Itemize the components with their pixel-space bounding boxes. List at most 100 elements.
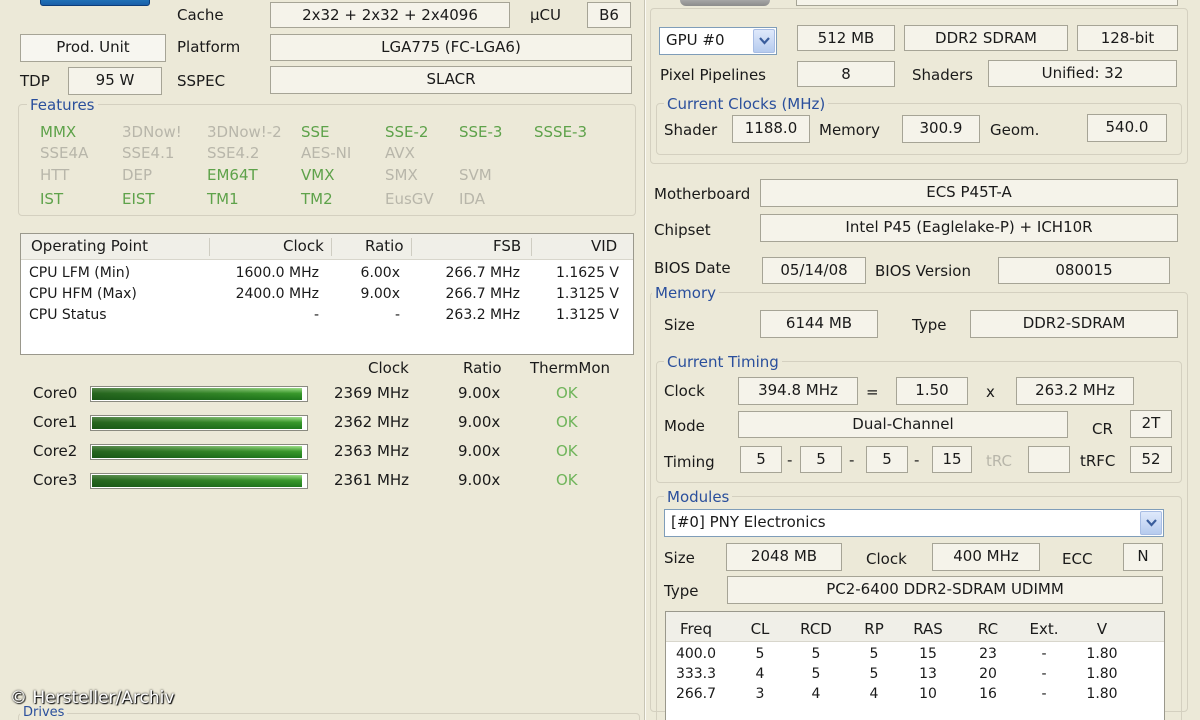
timing-fsb-field: 263.2 MHz [1016, 377, 1134, 405]
table-row[interactable]: CPU Status - - 263.2 MHz 1.3125 V [21, 307, 633, 327]
table-cell: 4 [811, 686, 821, 702]
timing-clock-label: Clock [664, 382, 705, 400]
prod-unit-button[interactable]: Prod. Unit [20, 34, 166, 62]
module-selector[interactable]: [#0] PNY Electronics [664, 509, 1164, 537]
table-cell: 2400.0 MHz [235, 286, 319, 302]
chevron-down-icon [1146, 519, 1157, 527]
core-load-bar [90, 415, 308, 431]
feature-flag: SSE4.1 [122, 144, 175, 162]
spd-col-header[interactable]: Ext. [1014, 620, 1074, 638]
table-cell: 1.80 [1086, 646, 1118, 662]
core-load-bar [90, 473, 308, 489]
spd-col-header[interactable]: RCD [786, 620, 846, 638]
bios-version-label: BIOS Version [875, 262, 971, 280]
bios-date-field: 05/14/08 [762, 257, 866, 284]
feature-flag: 3DNow!-2 [207, 123, 282, 141]
timing-dash-3: - [914, 451, 920, 469]
spd-col-header[interactable]: V [1072, 620, 1132, 638]
core-clock: 2369 MHz [334, 384, 410, 402]
core-ratio-header: Ratio [463, 359, 502, 377]
table-cell: 333.3 [675, 666, 717, 682]
ecc-label: ECC [1062, 550, 1093, 568]
table-row[interactable]: 333.3 4 5 5 13 20 - 1.80 [666, 666, 1164, 686]
col-fsb[interactable]: FSB [493, 237, 521, 255]
timing-rcd-field: 5 [800, 446, 842, 473]
table-cell: 1.1625 V [555, 265, 619, 281]
col-operating-point[interactable]: Operating Point [31, 237, 148, 255]
col-ratio[interactable]: Ratio [365, 237, 404, 255]
table-cell: 1.80 [1086, 686, 1118, 702]
ucu-field: B6 [587, 2, 631, 28]
timing-clock-field: 394.8 MHz [738, 377, 858, 405]
core-clock-header: Clock [368, 359, 409, 377]
core-name: Core3 [33, 471, 78, 489]
gpu-selector-dropdown[interactable] [753, 29, 775, 53]
timing-dash-2: - [849, 451, 855, 469]
spd-table[interactable]: Freq CL RCD RP RAS RC Ext. V 400.0 5 5 5 15 23-1.80 3… [665, 611, 1165, 720]
timing-ras-field: 15 [932, 446, 972, 473]
table-cell: - [1041, 646, 1047, 662]
table-row[interactable]: 266.7 3 4 4 10 16 - 1.80 [666, 686, 1164, 706]
geom-clock-label: Geom. [990, 121, 1040, 139]
chipset-label: Chipset [654, 221, 711, 239]
feature-flag: AES-NI [301, 144, 352, 162]
spd-col-header[interactable]: RP [844, 620, 904, 638]
spd-col-header[interactable]: CL [730, 620, 790, 638]
feature-flag: SSE4A [40, 144, 89, 162]
table-cell: - [1041, 686, 1047, 702]
module-selector-value: [#0] PNY Electronics [671, 513, 826, 531]
table-cell: 6.00x [360, 265, 400, 281]
feature-flag: VMX [301, 166, 335, 184]
current-timing-title: Current Timing [664, 353, 782, 371]
tdp-field: 95 W [68, 67, 162, 95]
table-cell: 266.7 MHz [445, 265, 520, 281]
table-cell: 13 [919, 666, 937, 682]
table-cell: 5 [869, 666, 879, 682]
tdp-label: TDP [20, 72, 50, 90]
memory-type-field: DDR2-SDRAM [970, 310, 1178, 338]
table-cell: 1.80 [1086, 666, 1118, 682]
gpu-selector-value: GPU #0 [666, 31, 725, 49]
table-cell: 263.2 MHz [445, 307, 520, 323]
timing-times: x [986, 383, 995, 401]
table-cell: - [1041, 666, 1047, 682]
ecc-field: N [1123, 543, 1163, 571]
feature-flag: TM1 [207, 190, 239, 208]
bios-version-field: 080015 [998, 257, 1170, 284]
table-row[interactable]: CPU HFM (Max) 2400.0 MHz 9.00x 266.7 MHz 1.3… [21, 286, 633, 306]
trc-label: tRC [986, 452, 1013, 470]
spd-col-header[interactable]: RC [958, 620, 1018, 638]
column-divider [644, 0, 646, 720]
gpu-logo [680, 0, 770, 6]
gpu-memory-field: 512 MB [797, 25, 895, 51]
module-selector-dropdown[interactable] [1140, 511, 1162, 535]
core-thermmon-status: OK [556, 413, 578, 431]
feature-flag: AVX [385, 144, 415, 162]
timing-cl-field: 5 [740, 446, 782, 473]
operating-point-table[interactable]: Operating Point Clock Ratio FSB VID CPU … [20, 233, 634, 355]
shader-clock-label: Shader [664, 121, 718, 139]
memory-size-label: Size [664, 316, 695, 334]
col-vid[interactable]: VID [591, 237, 617, 255]
col-clock[interactable]: Clock [283, 237, 324, 255]
cr-field: 2T [1130, 410, 1172, 438]
table-cell: 4 [755, 666, 765, 682]
table-row[interactable]: CPU LFM (Min) 1600.0 MHz 6.00x 266.7 MHz 1.1… [21, 265, 633, 285]
core-name: Core0 [33, 384, 78, 402]
core-thermmon-header: ThermMon [530, 359, 611, 377]
feature-flag: EusGV [385, 190, 434, 208]
table-row[interactable]: 400.0 5 5 5 15 23 - 1.80 [666, 646, 1164, 666]
trfc-field: 52 [1130, 446, 1172, 473]
core-ratio: 9.00x [458, 442, 501, 460]
geom-clock-field: 540.0 [1087, 114, 1167, 142]
spd-col-header[interactable]: RAS [898, 620, 958, 638]
module-type-field: PC2-6400 DDR2-SDRAM UDIMM [727, 576, 1163, 604]
gpu-selector[interactable]: GPU #0 [659, 27, 777, 55]
table-cell: 266.7 [675, 686, 717, 702]
cr-label: CR [1092, 420, 1113, 438]
spd-col-header[interactable]: Freq [666, 620, 726, 638]
table-cell: 20 [979, 666, 997, 682]
table-cell: 16 [979, 686, 997, 702]
table-cell: - [394, 307, 400, 323]
gpu-memory-type-field: DDR2 SDRAM [904, 25, 1068, 51]
